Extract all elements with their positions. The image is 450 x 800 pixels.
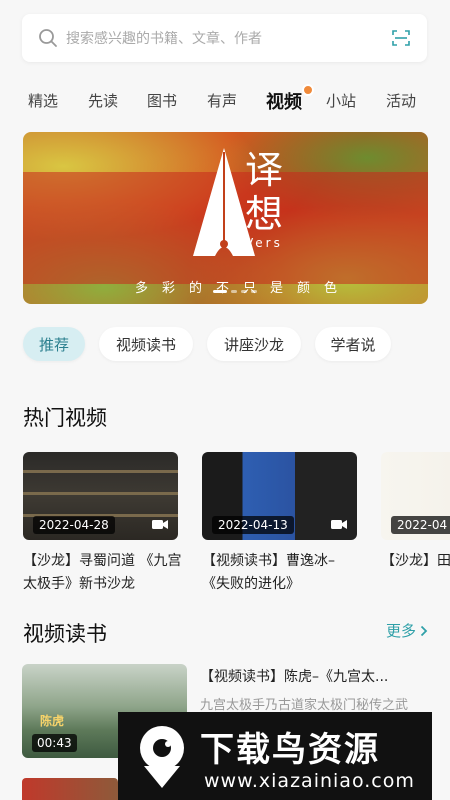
- bird-logo-icon: [140, 726, 184, 788]
- hot-videos-heading: 热门视频: [23, 406, 107, 430]
- banner-dot[interactable]: [251, 290, 257, 293]
- search-icon: [39, 29, 57, 47]
- video-description: 九宫太极手乃古道家太极门秘传之武: [200, 698, 409, 713]
- chip-xuezheshuo[interactable]: 学者说: [315, 327, 391, 361]
- video-title[interactable]: 【视频读书】曹逸冰–《失败的进化》: [202, 550, 362, 596]
- banner-dot[interactable]: [241, 290, 247, 293]
- tab-huodong[interactable]: 活动: [386, 90, 416, 111]
- search-bar[interactable]: 搜索感兴趣的书籍、文章、作者: [22, 14, 427, 62]
- banner-slogan: 多彩的不只是颜色: [135, 281, 352, 296]
- video-date: 2022-04: [391, 516, 450, 534]
- banner-subtitle: Vers: [245, 236, 283, 250]
- thumb-name: 陈虎: [40, 714, 65, 728]
- watermark: 下载鸟资源 www.xiazainiao.com: [118, 712, 432, 800]
- shelf-decor: [23, 492, 178, 495]
- watermark-url: www.xiazainiao.com: [204, 770, 415, 792]
- banner-pagination: [213, 290, 257, 293]
- filter-chips: 推荐 视频读书 讲座沙龙 学者说: [0, 327, 450, 363]
- video-card[interactable]: 2022-04-28 【沙龙】寻蜀问道 《九宫太极手》新书沙龙: [23, 452, 181, 596]
- video-date: 2022-04-13: [212, 516, 294, 534]
- video-camera-icon: [331, 520, 347, 529]
- new-badge-icon: [302, 84, 314, 96]
- tab-yousheng[interactable]: 有声: [207, 90, 237, 111]
- video-reading-heading: 视频读书: [23, 622, 107, 646]
- tab-tushu[interactable]: 图书: [147, 90, 177, 111]
- video-thumbnail[interactable]: 2022-04-13: [202, 452, 357, 540]
- watermark-title: 下载鸟资源: [200, 730, 380, 770]
- hero-banner[interactable]: 译想 Vers 多彩的不只是颜色: [23, 132, 428, 304]
- next-item-thumbnail[interactable]: [22, 778, 118, 800]
- tab-shipin[interactable]: 视频: [266, 84, 314, 114]
- category-tabs: 精选 先读 图书 有声 视频 小站 活动: [0, 84, 450, 118]
- video-camera-icon: [152, 520, 168, 529]
- more-label: 更多: [385, 622, 416, 640]
- video-thumbnail[interactable]: 2022-04-28: [23, 452, 178, 540]
- chip-tuijian[interactable]: 推荐: [23, 327, 85, 361]
- tab-xiaozhan[interactable]: 小站: [326, 90, 356, 111]
- chip-shipindushu[interactable]: 视频读书: [99, 327, 193, 361]
- banner-dot[interactable]: [231, 290, 237, 293]
- chevron-right-icon: [420, 625, 428, 636]
- video-title[interactable]: 【视频读书】陈虎–《九宫太...: [200, 666, 432, 686]
- tab-shipin-label: 视频: [266, 92, 302, 113]
- video-title[interactable]: 【沙龙】寻蜀问道 《九宫太极手》新书沙龙: [23, 550, 183, 596]
- video-duration: 00:43: [32, 734, 77, 752]
- chip-jiangzuoshalong[interactable]: 讲座沙龙: [207, 327, 301, 361]
- scan-icon[interactable]: [391, 28, 411, 48]
- video-thumbnail[interactable]: 2022-04: [381, 452, 450, 540]
- tab-xiandu[interactable]: 先读: [88, 90, 118, 111]
- video-title[interactable]: 【沙龙】田法与技艺N: [381, 550, 450, 573]
- video-date: 2022-04-28: [33, 516, 115, 534]
- search-input[interactable]: 搜索感兴趣的书籍、文章、作者: [66, 28, 391, 48]
- tab-jingxuan[interactable]: 精选: [28, 90, 58, 111]
- banner-dot[interactable]: [213, 290, 227, 293]
- more-link[interactable]: 更多: [386, 620, 428, 641]
- video-card[interactable]: 2022-04 【沙龙】田法与技艺N: [381, 452, 450, 573]
- shelf-decor: [23, 470, 178, 473]
- video-card[interactable]: 2022-04-13 【视频读书】曹逸冰–《失败的进化》: [202, 452, 360, 596]
- banner-title: 译想: [245, 148, 284, 236]
